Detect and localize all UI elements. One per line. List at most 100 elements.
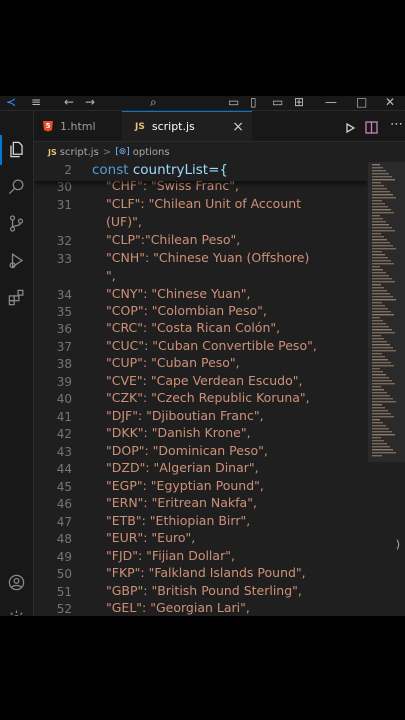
search-icon[interactable]	[6, 176, 26, 196]
breadcrumb-file[interactable]: script.js	[60, 147, 99, 158]
line-number: 31	[56, 198, 72, 212]
line-number: 2	[64, 163, 72, 177]
settings-gear-icon[interactable]	[6, 608, 26, 616]
line-number: 46	[56, 497, 72, 511]
line-number: 43	[56, 445, 72, 459]
source-control-icon[interactable]	[6, 213, 26, 233]
line-number: 38	[56, 357, 72, 371]
split-editor-icon[interactable]	[365, 119, 378, 138]
minimap-line	[372, 167, 383, 169]
layout-sidebar-icon[interactable]: ▯	[250, 96, 257, 109]
extensions-icon[interactable]	[6, 287, 26, 307]
minimap-line	[372, 230, 395, 232]
symbol-object-icon: [⊚]	[115, 147, 130, 157]
tab-script-js[interactable]: JS script.js ×	[122, 111, 252, 141]
close-tab-icon[interactable]: ×	[232, 119, 244, 135]
cursor-caret-icon: ⟩	[396, 538, 401, 551]
layout-panel-icon[interactable]: ▭	[228, 96, 239, 109]
minimap-line	[372, 329, 392, 331]
line-number: 39	[56, 375, 72, 389]
code-line: "CRC": "Costa Rican Colón",	[106, 320, 281, 335]
minimap-line	[372, 227, 392, 229]
line-number: 41	[56, 410, 72, 424]
minimap-line	[372, 170, 386, 172]
vscode-logo-icon: ≺	[6, 96, 17, 109]
minimap-line	[372, 305, 385, 307]
minimap-line	[372, 443, 387, 445]
minimap-line	[372, 446, 390, 448]
minimap-line	[372, 371, 383, 373]
minimap-line	[372, 260, 391, 262]
minimap-line	[372, 410, 388, 412]
customize-layout-icon[interactable]: ⊞	[294, 96, 304, 109]
line-number: 42	[56, 427, 72, 441]
minimap-line	[372, 386, 381, 388]
line-number: 51	[56, 585, 72, 599]
minimap-line	[372, 236, 384, 238]
line-number: 37	[56, 340, 72, 354]
minimap-line	[372, 431, 392, 433]
minimap-line	[372, 377, 389, 379]
maximize-icon[interactable]: □	[356, 96, 367, 109]
minimap-line	[372, 422, 383, 424]
breadcrumb-symbol[interactable]: options	[133, 147, 170, 158]
line-number: 36	[56, 322, 72, 336]
sticky-scroll-line[interactable]: 2 const countryList={	[34, 162, 367, 181]
minimap-line	[372, 191, 390, 193]
minimap-line	[372, 188, 387, 190]
minimap-line	[372, 341, 387, 343]
line-number: 47	[56, 515, 72, 529]
more-actions-icon[interactable]: ⋯	[390, 117, 403, 132]
menu-icon[interactable]: ≡	[31, 96, 41, 109]
account-icon[interactable]	[6, 572, 26, 592]
editor-tab-bar: 5 1.html JS script.js × ⋯	[34, 111, 405, 142]
line-number: 50	[56, 567, 72, 581]
minimap-line	[372, 359, 388, 361]
close-window-icon[interactable]: ✕	[385, 96, 395, 109]
code-line: "COP": "Colombian Peso",	[106, 303, 267, 318]
minimap-line	[372, 425, 386, 427]
tab-1-html[interactable]: 5 1.html	[34, 111, 123, 141]
minimap-line	[372, 326, 389, 328]
minimap-line	[372, 407, 385, 409]
layout-editor-icon[interactable]: ▭	[272, 96, 283, 109]
vscode-window: ≺ ≡ ← → ⌕ ▭ ▯ ▭ ⊞ — □ ✕ 5 1.html JS scri…	[0, 96, 405, 616]
minimap-line	[372, 404, 382, 406]
minimap-line	[372, 278, 392, 280]
active-indicator	[0, 135, 2, 165]
code-line: "DKK": "Danish Krone",	[106, 425, 251, 440]
run-file-icon[interactable]	[344, 119, 356, 138]
code-editor[interactable]: 2 const countryList={ 29"CDF": "Congoles…	[34, 162, 367, 616]
minimap-line	[372, 347, 393, 349]
minimap-line	[372, 455, 382, 457]
minimap-line	[372, 275, 389, 277]
minimap-line	[372, 383, 395, 385]
explorer-icon[interactable]	[6, 139, 26, 159]
tab-label: 1.html	[60, 119, 96, 133]
forward-arrow-icon[interactable]: →	[85, 96, 95, 109]
back-arrow-icon[interactable]: ←	[64, 96, 74, 109]
minimap-line	[372, 251, 382, 253]
code-line: "CNH": "Chinese Yuan (Offshore)	[106, 250, 310, 265]
code-line: "CZK": "Czech Republic Koruna",	[106, 390, 310, 405]
run-debug-icon[interactable]	[6, 250, 26, 270]
command-center-search-icon[interactable]: ⌕	[150, 96, 157, 109]
minimap-line	[372, 215, 380, 217]
minimap-line	[372, 293, 390, 295]
code-line: "CUC": "Cuban Convertible Peso",	[106, 338, 317, 353]
minimap-line	[372, 398, 393, 400]
code-line: "FKP": "Falkland Islands Pound",	[106, 565, 306, 580]
minimap-line	[372, 269, 383, 271]
minimap-line	[372, 344, 390, 346]
minimap-line	[372, 440, 384, 442]
minimap-line	[372, 173, 389, 175]
breadcrumb: JS script.js > [⊚] options	[34, 142, 405, 162]
minimap-line	[372, 245, 393, 247]
minimap-line	[372, 317, 380, 319]
minimize-icon[interactable]: —	[325, 96, 337, 109]
tab-label: script.js	[151, 120, 195, 133]
code-line: "CLF": "Chilean Unit of Account	[106, 196, 302, 211]
minimap-line	[372, 224, 389, 226]
line-number: 49	[56, 550, 72, 564]
minimap-line	[372, 203, 385, 205]
